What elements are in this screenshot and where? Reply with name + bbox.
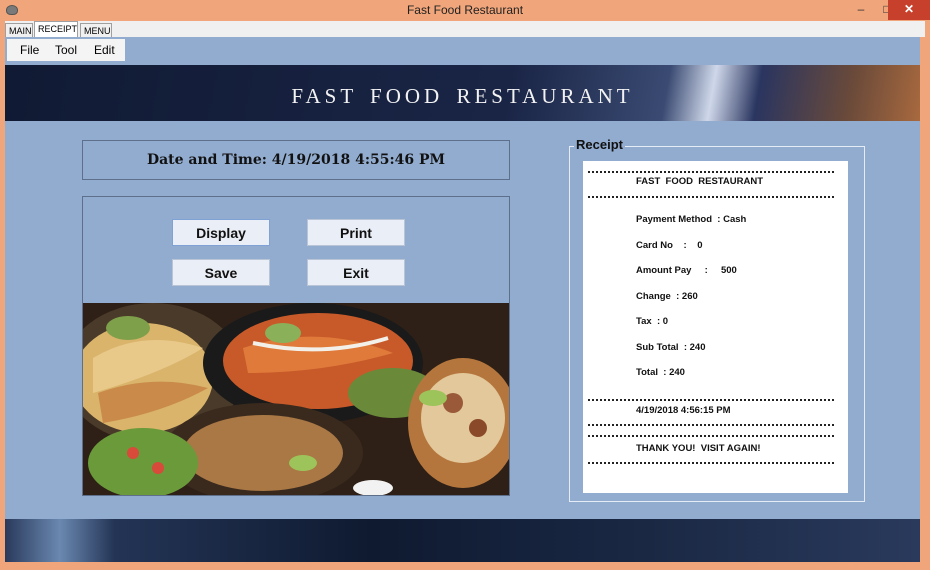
food-image <box>83 303 509 495</box>
receipt-card-no: Card No : 0 <box>636 240 703 251</box>
close-button[interactable]: ✕ <box>888 0 930 20</box>
print-button[interactable]: Print <box>307 219 405 246</box>
window-title: Fast Food Restaurant <box>406 3 524 17</box>
header-banner: FAST FOOD RESTAURANT <box>5 65 920 121</box>
receipt-total: Total : 240 <box>636 367 685 378</box>
receipt-change: Change : 260 <box>636 291 698 302</box>
divider <box>588 424 834 426</box>
banner-title: FAST FOOD RESTAURANT <box>291 84 634 108</box>
divider <box>588 171 834 173</box>
menu-edit[interactable]: Edit <box>94 43 115 57</box>
tab-receipt[interactable]: RECEIPT <box>34 21 78 37</box>
menu-file[interactable]: File <box>20 43 39 57</box>
divider <box>588 462 834 464</box>
app-window: Fast Food Restaurant – □ ✕ MAIN RECEIPT … <box>0 0 930 570</box>
save-button[interactable]: Save <box>172 259 270 286</box>
receipt-tab-content: File Tool Edit FAST FOOD RESTAURANT Date… <box>5 37 920 562</box>
divider <box>588 399 834 401</box>
actions-panel: Display Print Save Exit <box>82 196 510 496</box>
receipt-legend: Receipt <box>574 137 625 152</box>
menu-bar: File Tool Edit <box>7 39 125 61</box>
divider <box>588 435 834 437</box>
tab-menu[interactable]: MENU <box>80 23 112 37</box>
exit-button[interactable]: Exit <box>307 259 405 286</box>
receipt-payment-method: Payment Method : Cash <box>636 214 747 225</box>
receipt-footer: THANK YOU! VISIT AGAIN! <box>636 443 761 454</box>
datetime-box: Date and Time: 4/19/2018 4:55:46 PM <box>82 140 510 180</box>
datetime-label: Date and Time: 4/19/2018 4:55:46 PM <box>146 152 446 168</box>
title-bar[interactable]: Fast Food Restaurant – □ ✕ <box>0 0 930 22</box>
minimize-button[interactable]: – <box>848 0 874 20</box>
receipt-timestamp: 4/19/2018 4:56:15 PM <box>636 405 731 416</box>
tab-strip: MAIN RECEIPT MENU <box>5 21 925 37</box>
receipt-header: FAST FOOD RESTAURANT <box>636 176 764 187</box>
receipt-textbox[interactable]: FAST FOOD RESTAURANT Payment Method : Ca… <box>583 161 848 493</box>
menu-tool[interactable]: Tool <box>55 43 77 57</box>
display-button[interactable]: Display <box>172 219 270 246</box>
receipt-amount-pay: Amount Pay : 500 <box>636 265 737 276</box>
footer-banner <box>5 519 920 562</box>
divider <box>588 196 834 198</box>
tab-main[interactable]: MAIN <box>5 23 33 37</box>
receipt-sub-total: Sub Total : 240 <box>636 342 706 353</box>
receipt-tax: Tax : 0 <box>636 316 669 327</box>
